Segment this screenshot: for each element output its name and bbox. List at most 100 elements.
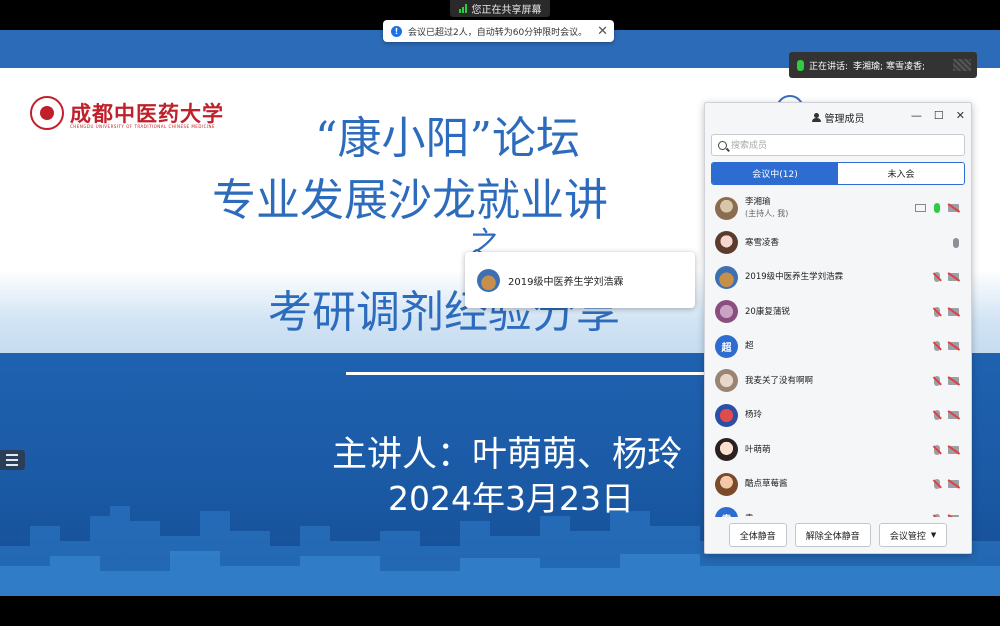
microphone-muted-icon[interactable] (934, 410, 940, 421)
member-name-text: 我麦关了没有啊啊 (745, 375, 814, 386)
member-search-box[interactable] (711, 134, 965, 156)
university-name-en: CHENGDU UNIVERSITY OF TRADITIONAL CHINES… (70, 124, 216, 129)
member-list: 李湘瑜 (主持人, 我) 寒雪凌香 2019级中医养生学刘浩霖 20康复蒲锐超超我麦关了… (705, 191, 971, 517)
signal-icon (458, 4, 467, 13)
member-status-icons (934, 306, 959, 317)
member-name-text: 酷点草莓酱 (745, 479, 788, 490)
meeting-control-button[interactable]: 会议管控 ▼ (878, 523, 948, 547)
slide-title-line1: “康小阳”论坛 (315, 113, 580, 164)
slide-title-line2: 专业发展沙龙就业讲 (212, 175, 608, 226)
avatar (715, 438, 738, 462)
avatar (715, 231, 738, 255)
university-emblem-icon (30, 96, 64, 130)
camera-off-icon[interactable] (948, 273, 959, 282)
screen-share-icon[interactable] (915, 204, 926, 213)
member-name-text: 李湘瑜 (745, 197, 771, 208)
member-name: 2019级中医养生学刘浩霖 (745, 271, 927, 283)
list-item[interactable]: 我麦关了没有啊啊 (705, 364, 971, 399)
member-name-text: 寒雪凌香 (745, 237, 780, 248)
minimize-icon[interactable]: — (911, 109, 922, 122)
member-status-icons (953, 237, 959, 248)
member-status-icons (934, 272, 959, 283)
member-name-text: 20康复蒲锐 (745, 306, 790, 317)
member-name-text: 杨玲 (745, 410, 763, 421)
avatar: 超 (715, 334, 738, 358)
member-name: 我麦关了没有啊啊 (745, 375, 927, 387)
maximize-icon[interactable]: ☐ (934, 109, 944, 122)
member-status-icons (934, 341, 959, 352)
member-name: 寒雪凌香 (745, 237, 946, 249)
screen-share-indicator[interactable]: 您正在共享屏幕 (450, 0, 550, 17)
list-item[interactable]: 李湘瑜 (主持人, 我) (705, 191, 971, 226)
chevron-down-icon: ▼ (930, 531, 937, 539)
info-icon: ! (391, 25, 402, 37)
share-status-label: 您正在共享屏幕 (471, 5, 542, 16)
microphone-icon (797, 59, 804, 71)
camera-off-icon[interactable] (948, 204, 959, 213)
list-item[interactable]: 寒雪凌香 (705, 226, 971, 261)
meeting-control-label: 会议管控 (889, 531, 926, 542)
close-notice-icon[interactable]: ✕ (597, 25, 608, 38)
member-name-text: 超 (745, 341, 754, 352)
list-item[interactable]: 酷点草莓酱 (705, 467, 971, 502)
camera-off-icon[interactable] (948, 376, 959, 385)
microphone-muted-icon[interactable] (934, 341, 940, 352)
microphone-active-icon[interactable] (934, 203, 940, 214)
list-item[interactable]: 杨玲 (705, 398, 971, 433)
member-name-text: 2019级中医养生学刘浩霖 (745, 272, 844, 283)
microphone-icon[interactable] (953, 237, 959, 248)
avatar (715, 196, 738, 220)
slide-date: 2024年3月23日 (388, 479, 634, 518)
search-icon (718, 140, 727, 150)
avatar (477, 268, 500, 292)
member-status-icons (934, 375, 959, 386)
tab-in-meeting[interactable]: 会议中(12) (712, 163, 838, 184)
panel-title: 管理成员 (824, 113, 865, 125)
camera-off-icon[interactable] (948, 480, 959, 489)
close-icon[interactable]: ✕ (956, 109, 965, 122)
speaking-label: 正在讲话: (809, 61, 849, 72)
mute-all-button[interactable]: 全体静音 (728, 523, 787, 547)
member-tabs: 会议中(12) 未入会 (711, 162, 965, 185)
camera-off-icon[interactable] (948, 411, 959, 420)
avatar (715, 265, 738, 289)
sidebar-toggle-list-icon[interactable] (0, 450, 25, 470)
member-status-icons (934, 410, 959, 421)
member-name: 超 (745, 340, 927, 352)
notice-message: 会议已超过2人，自动转为60分钟限时会议。 (408, 27, 588, 38)
member-name: 杨玲 (745, 409, 927, 421)
list-item[interactable]: 2019级中医养生学刘浩霖 (705, 260, 971, 295)
slide-presenter: 主讲人：叶萌萌、杨玲 (332, 435, 683, 475)
speaking-names: 李湘瑜; 寒雪凌香; (853, 61, 925, 72)
list-item[interactable]: 20康复蒲锐 (705, 295, 971, 330)
tab-not-joined[interactable]: 未入会 (838, 163, 964, 184)
bottom-bar (0, 596, 1000, 626)
member-status-icons (934, 444, 959, 455)
list-item[interactable]: 袁袁 (705, 502, 971, 517)
microphone-muted-icon[interactable] (934, 272, 940, 283)
panel-header: 管理成员 — ☐ ✕ (705, 103, 971, 131)
member-search-input[interactable] (731, 140, 941, 150)
member-role: (主持人, 我) (745, 209, 789, 219)
microphone-muted-icon[interactable] (934, 306, 940, 317)
member-management-panel: 管理成员 — ☐ ✕ 会议中(12) 未入会 李湘瑜(主持人, 我) 寒雪凌香 20… (704, 102, 972, 554)
unmute-all-button[interactable]: 解除全体静音 (794, 523, 871, 547)
speaking-indicator: 正在讲话: 李湘瑜; 寒雪凌香; (789, 52, 977, 78)
camera-off-icon[interactable] (948, 445, 959, 454)
member-name: 李湘瑜 (主持人, 我) (745, 196, 908, 220)
member-status-icons (915, 203, 959, 214)
microphone-muted-icon[interactable] (934, 375, 940, 386)
camera-off-icon[interactable] (948, 307, 959, 316)
avatar (715, 300, 738, 324)
member-name: 叶萌萌 (745, 444, 927, 456)
members-icon (811, 112, 821, 122)
hover-member-name: 2019级中医养生学刘浩霖 (508, 276, 624, 288)
member-name: 20康复蒲锐 (745, 306, 927, 318)
microphone-muted-icon[interactable] (934, 479, 940, 490)
microphone-muted-icon[interactable] (934, 444, 940, 455)
member-name-text: 叶萌萌 (745, 444, 771, 455)
list-item[interactable]: 叶萌萌 (705, 433, 971, 468)
camera-off-icon[interactable] (948, 342, 959, 351)
list-item[interactable]: 超超 (705, 329, 971, 364)
speaker-video-thumbnail (953, 59, 971, 71)
